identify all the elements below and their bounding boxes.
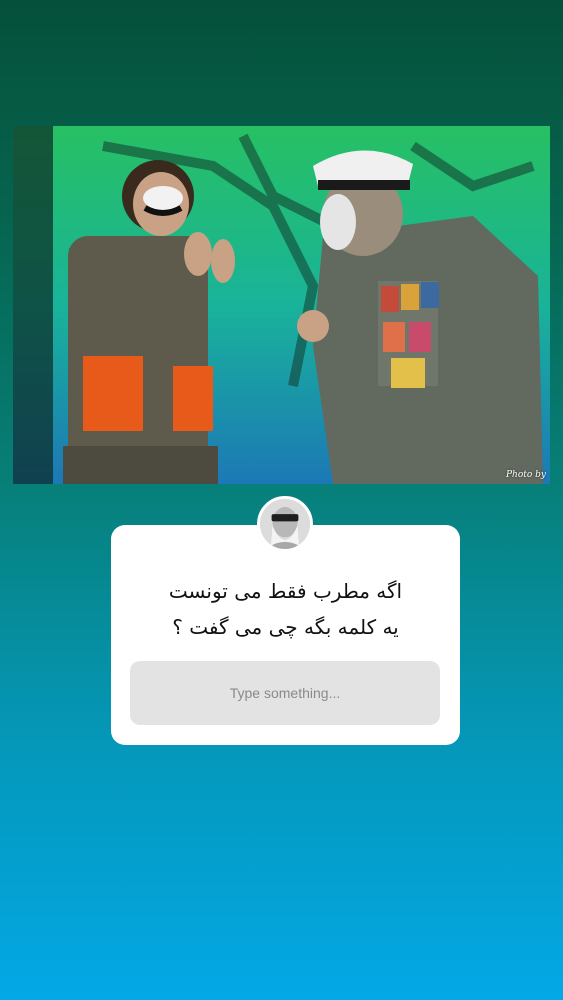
avatar[interactable] <box>257 496 313 552</box>
story-photo: Photo by <box>13 126 550 484</box>
question-line-1: اگه مطرب فقط می تونست <box>168 579 403 603</box>
question-sticker: اگه مطرب فقط می تونست یه کلمه بگه چی می … <box>111 525 460 745</box>
answer-input[interactable] <box>130 661 440 725</box>
photo-credit-watermark: Photo by <box>505 470 546 480</box>
theater-scene-image <box>13 126 550 484</box>
question-line-2: یه کلمه بگه چی می گفت ؟ <box>172 615 399 639</box>
avatar-image <box>260 499 310 549</box>
question-text: اگه مطرب فقط می تونست یه کلمه بگه چی می … <box>131 573 440 645</box>
